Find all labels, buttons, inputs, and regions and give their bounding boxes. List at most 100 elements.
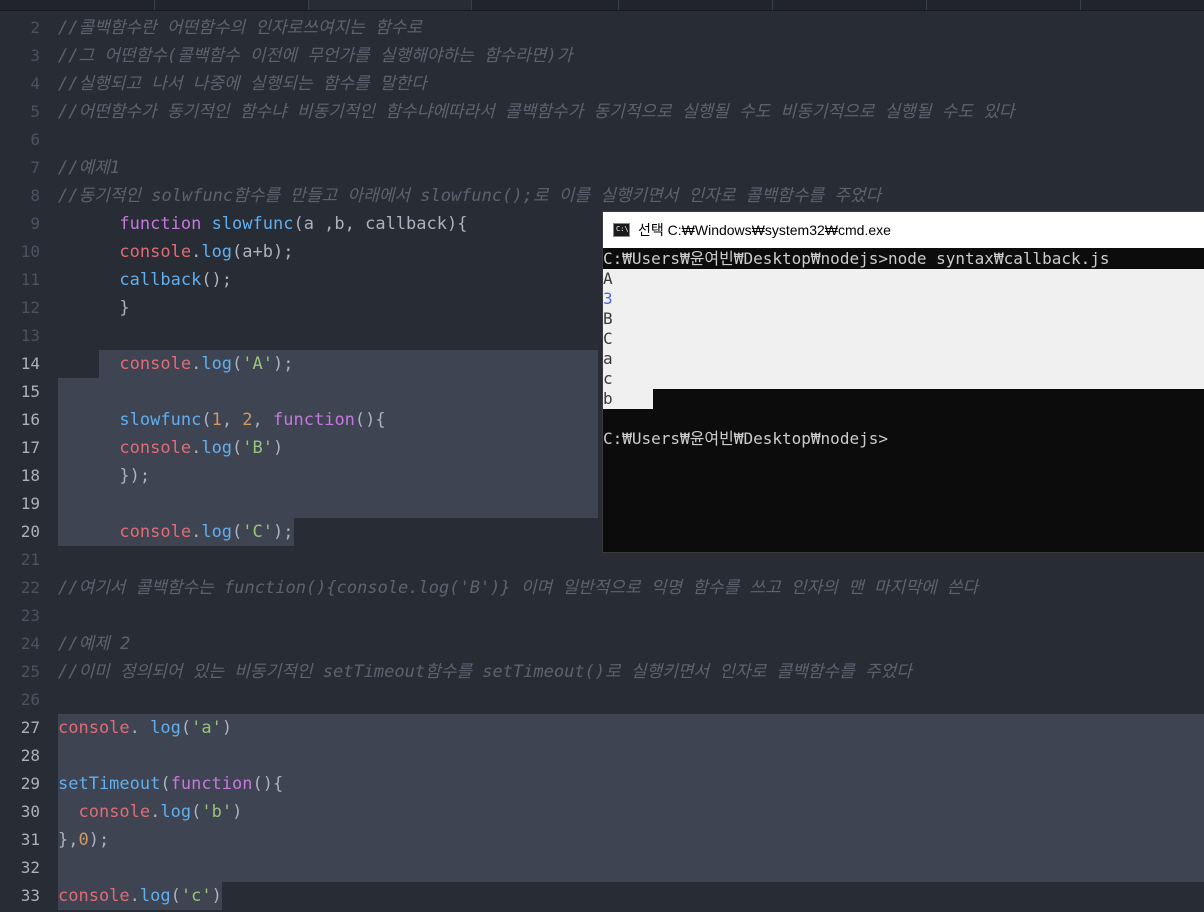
code-line[interactable]: 29 setTimeout(function(){	[0, 770, 1204, 798]
code-token: console	[119, 522, 192, 542]
code-token: 'C'	[242, 522, 274, 542]
cmd-window-title: 선택 C:₩Windows₩system32₩cmd.exe	[638, 222, 891, 238]
line-code: console. log('a')	[58, 714, 232, 742]
code-token: (){	[252, 774, 284, 794]
tab-bar	[0, 0, 1204, 11]
code-token: //콜백함수란 어떤함수의 인자로쓰여지는 함수로	[58, 18, 422, 38]
console-line: C:₩Users₩윤여빈₩Desktop₩nodejs>node syntax₩…	[603, 249, 1110, 268]
code-line[interactable]: 27 console. log('a')	[0, 714, 1204, 742]
line-code: console.log('b')	[58, 798, 242, 826]
code-line[interactable]: 31},0);	[0, 826, 1204, 854]
line-code: }	[58, 294, 130, 322]
code-token: }	[119, 298, 130, 318]
code-token: log	[201, 438, 233, 458]
code-token: console	[58, 886, 130, 906]
code-token: 'a'	[191, 718, 222, 738]
line-code: //여기서 콜백함수는 function(){console.log('B')}…	[58, 574, 978, 602]
code-token: callback	[119, 270, 202, 290]
cmd-window[interactable]: C:\ 선택 C:₩Windows₩system32₩cmd.exe C:₩Us…	[603, 212, 1204, 552]
code-token: (	[170, 886, 181, 906]
code-token: .	[191, 354, 202, 374]
selection-highlight	[58, 742, 1204, 770]
line-number: 31	[20, 830, 40, 849]
code-token: //동기적인 solwfunc함수를 만들고 아래에서 slowfunc();로…	[58, 186, 882, 206]
code-token: (	[232, 354, 243, 374]
code-line[interactable]: 5 //어떤함수가 동기적인 함수냐 비동기적인 함수냐에따라서 콜백함수가 동기…	[0, 98, 1204, 126]
code-line[interactable]: 23	[0, 602, 1204, 630]
code-token: //여기서 콜백함수는 function(){console.log('B')}…	[58, 578, 979, 598]
code-token: (){	[354, 410, 386, 430]
selection-highlight	[58, 826, 1204, 854]
code-line[interactable]: 32	[0, 854, 1204, 882]
code-token: 1	[211, 410, 222, 430]
code-token: });	[119, 466, 151, 486]
code-line[interactable]: 24 //예제 2	[0, 630, 1204, 658]
line-code: });	[58, 462, 150, 490]
line-code: console.log('C');	[58, 518, 294, 546]
code-line[interactable]: 25 //이미 정의되어 있는 비동기적인 setTimeout함수를 setTi…	[0, 658, 1204, 686]
tab-separator	[772, 0, 773, 10]
code-line[interactable]: 30 console.log('b')	[0, 798, 1204, 826]
code-token: ();	[201, 270, 233, 290]
console-line: C:₩Users₩윤여빈₩Desktop₩nodejs>	[603, 429, 888, 448]
code-token: .	[129, 718, 151, 738]
code-token: //그 어떤함수(콜백함수 이전에 무언가를 실행해야하는 함수라면)가	[58, 46, 573, 66]
code-token: 'c'	[180, 886, 212, 906]
code-line[interactable]: 8 //동기적인 solwfunc함수를 만들고 아래에서 slowfunc();…	[0, 182, 1204, 210]
console-line: C	[603, 329, 613, 348]
code-token: log	[201, 522, 233, 542]
line-number: 9	[30, 214, 40, 233]
line-number: 5	[30, 102, 40, 121]
code-token: setTimeout	[58, 774, 161, 794]
code-token: (	[180, 718, 192, 738]
line-number: 33	[20, 886, 40, 905]
code-token: ,	[221, 410, 243, 430]
code-token: );	[273, 522, 294, 542]
console-line: B	[603, 309, 613, 328]
code-token: log	[139, 886, 171, 906]
code-token: log	[201, 242, 233, 262]
cmd-title-bar[interactable]: C:\ 선택 C:₩Windows₩system32₩cmd.exe	[603, 212, 1204, 248]
console-line: 3	[603, 289, 613, 308]
line-number: 7	[30, 158, 40, 177]
code-line[interactable]: 4 //실행되고 나서 나중에 실행되는 함수를 말한다	[0, 70, 1204, 98]
code-line[interactable]: 2 //콜백함수란 어떤함수의 인자로쓰여지는 함수로	[0, 14, 1204, 42]
code-line[interactable]: 6	[0, 126, 1204, 154]
cmd-app-icon: C:\	[613, 223, 630, 237]
line-number: 29	[20, 774, 40, 793]
line-number: 30	[20, 802, 40, 821]
active-tab[interactable]	[308, 0, 472, 10]
code-line[interactable]: 33 console.log('c')	[0, 882, 1204, 910]
code-line[interactable]: 22 //여기서 콜백함수는 function(){console.log('B'…	[0, 574, 1204, 602]
code-line[interactable]: 7 //예제1	[0, 154, 1204, 182]
line-number: 16	[20, 410, 40, 429]
code-token: )	[232, 802, 243, 822]
selection-highlight	[58, 378, 598, 406]
line-number: 28	[20, 746, 40, 765]
code-line[interactable]: 26	[0, 686, 1204, 714]
line-code: slowfunc(1, 2, function(){	[58, 406, 386, 434]
console-line: c	[603, 369, 613, 388]
code-token: slowfunc	[119, 410, 202, 430]
code-token: )	[221, 718, 233, 738]
selection-highlight	[58, 854, 1204, 882]
line-number: 25	[20, 662, 40, 681]
code-line[interactable]: 28	[0, 742, 1204, 770]
tab-separator	[1080, 0, 1081, 10]
code-token: .	[129, 886, 140, 906]
code-token: 2	[242, 410, 253, 430]
code-token: //예제1	[58, 158, 120, 178]
code-token: ,	[252, 410, 274, 430]
cmd-icon-glyph: C:\	[616, 225, 629, 233]
code-line[interactable]: 3 //그 어떤함수(콜백함수 이전에 무언가를 실행해야하는 함수라면)가	[0, 42, 1204, 70]
line-number: 14	[20, 354, 40, 373]
code-token: );	[273, 354, 294, 374]
code-token: },	[58, 830, 79, 850]
